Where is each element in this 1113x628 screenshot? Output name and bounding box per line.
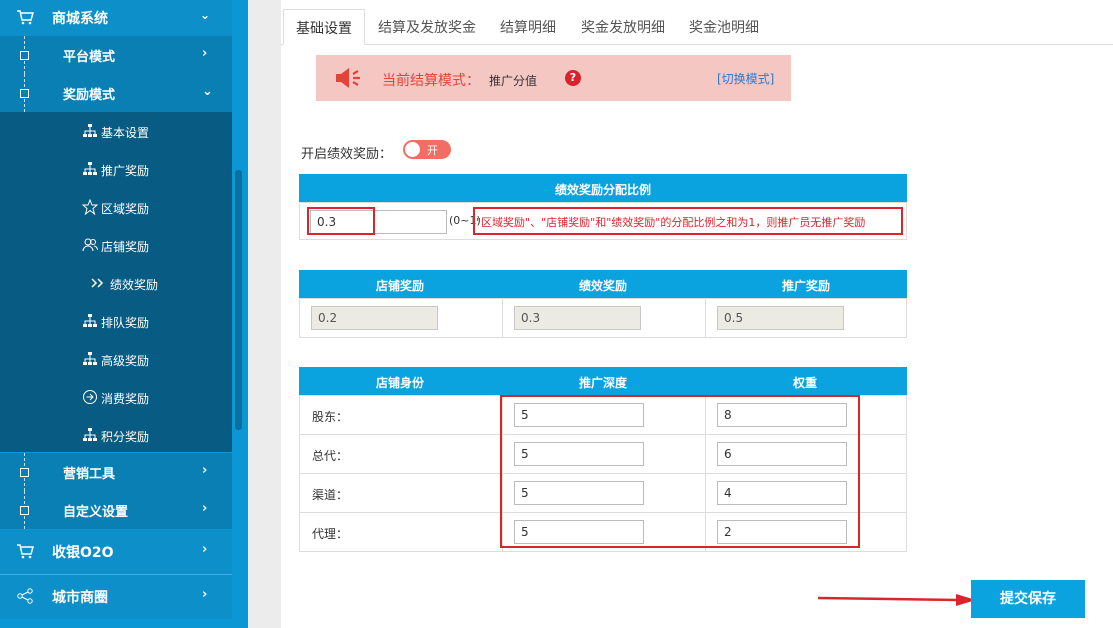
- sidebar-item-label: 店铺奖励: [101, 240, 150, 254]
- performance-toggle-label: 开启绩效奖励：: [301, 147, 393, 162]
- sidebar-item-region-reward[interactable]: 区域奖励: [0, 188, 232, 226]
- mode-label: 当前结算模式：: [382, 73, 480, 89]
- sidebar-item-label: 营销工具: [63, 467, 116, 482]
- column-header: 权重: [793, 376, 818, 390]
- sidebar-item-label: 排队奖励: [101, 316, 150, 330]
- sidebar-item-label: 商城系统: [52, 11, 108, 27]
- column-header: 店铺身份: [376, 376, 425, 390]
- sidebar-item-reward-mode[interactable]: 奖励模式 ⌄: [0, 74, 232, 112]
- sidebar-item-basic-settings[interactable]: 基本设置: [0, 112, 232, 150]
- identity-row-label: 总代：: [312, 449, 349, 463]
- sidebar-item-custom-settings[interactable]: 自定义设置 ›: [0, 491, 232, 529]
- tab-bonus-payout-details[interactable]: 奖金发放明细: [581, 9, 671, 45]
- chevron-right-icon: ›: [202, 542, 208, 557]
- sidebar-item-performance-reward[interactable]: 绩效奖励: [0, 264, 232, 302]
- sidebar: 商城系统 ⌄ 平台模式 › 奖励模式 ⌄ 基本设置 推广奖励 区域奖励 店铺奖励…: [0, 0, 248, 628]
- sitemap-icon: [83, 314, 97, 327]
- sidebar-item-queue-reward[interactable]: 排队奖励: [0, 302, 232, 340]
- cart-icon: [17, 10, 34, 25]
- tab-label: 奖金发放明细: [581, 20, 665, 36]
- tab-settlement-bonus[interactable]: 结算及发放奖金: [378, 9, 478, 45]
- settlement-mode-banner: 当前结算模式： 推广分值 ? [切换模式]: [316, 55, 791, 101]
- sidebar-item-promotion-reward[interactable]: 推广奖励: [0, 150, 232, 188]
- share-icon: [17, 588, 33, 604]
- tab-basic-settings[interactable]: 基础设置: [283, 9, 365, 45]
- sidebar-item-label: 自定义设置: [63, 505, 129, 520]
- chevron-right-icon: ›: [202, 463, 208, 478]
- sidebar-scrollbar[interactable]: [235, 170, 242, 430]
- sidebar-item-store-reward[interactable]: 店铺奖励: [0, 226, 232, 264]
- promotion-reward-value: 0.5: [717, 306, 844, 330]
- sidebar-submenu: 基本设置 推广奖励 区域奖励 店铺奖励 绩效奖励 排队奖励 高级奖励 消费奖励 …: [0, 112, 232, 452]
- ratio-table-header: 绩效奖励分配比例: [299, 174, 907, 202]
- sidebar-item-label: 区域奖励: [101, 202, 150, 216]
- sitemap-icon: [83, 124, 97, 137]
- toggle-text: 开: [427, 144, 438, 157]
- sidebar-item-mall-system[interactable]: 商城系统 ⌄: [0, 0, 232, 36]
- star-icon: [82, 199, 98, 215]
- column-header: 推广深度: [579, 376, 628, 390]
- sidebar-item-label: 消费奖励: [101, 392, 150, 406]
- toggle-knob: [405, 142, 420, 157]
- tab-label: 奖金池明细: [689, 20, 759, 36]
- chevron-right-icon: ›: [202, 587, 208, 602]
- annotation-box: [500, 395, 860, 548]
- sidebar-item-label: 积分奖励: [101, 430, 150, 444]
- sitemap-icon: [83, 428, 97, 441]
- performance-reward-value: 0.3: [514, 306, 641, 330]
- identity-row-label: 渠道：: [312, 488, 349, 502]
- annotation-arrow: [818, 594, 976, 606]
- megaphone-icon: [336, 68, 360, 88]
- chevron-down-icon: ⌄: [200, 8, 211, 22]
- arrow-circle-icon: [83, 390, 97, 404]
- sidebar-item-platform-mode[interactable]: 平台模式 ›: [0, 36, 232, 74]
- performance-toggle[interactable]: 开: [403, 140, 451, 159]
- sidebar-item-label: 高级奖励: [101, 354, 150, 368]
- column-header: 店铺奖励: [376, 279, 425, 293]
- annotation-box: [473, 207, 903, 235]
- sidebar-item-label: 绩效奖励: [110, 278, 159, 292]
- sidebar-item-label: 基本设置: [101, 126, 150, 140]
- sidebar-item-points-reward[interactable]: 积分奖励: [0, 416, 232, 454]
- users-icon: [82, 238, 98, 252]
- sitemap-icon: [83, 352, 97, 365]
- tab-label: 结算及发放奖金: [378, 20, 476, 36]
- split-table-header: 店铺奖励 绩效奖励 推广奖励: [299, 270, 907, 298]
- tab-bar: 基础设置 结算及发放奖金 结算明细 奖金发放明细 奖金池明细: [281, 9, 1113, 45]
- chevron-right-icon: ›: [202, 501, 208, 516]
- ratio-header-label: 绩效奖励分配比例: [555, 183, 652, 197]
- sidebar-item-city-circle[interactable]: 城市商圈 ›: [0, 575, 232, 619]
- chevron-down-icon: ⌄: [202, 84, 213, 99]
- column-header: 绩效奖励: [579, 279, 628, 293]
- chevron-right-icon: ›: [202, 46, 208, 61]
- identity-row-label: 股东：: [312, 410, 349, 424]
- tab-label: 结算明细: [500, 20, 556, 36]
- double-chevron-icon: [91, 278, 104, 288]
- store-reward-value: 0.2: [311, 306, 438, 330]
- switch-mode-link[interactable]: [切换模式]: [717, 70, 774, 87]
- sidebar-item-marketing-tools[interactable]: 营销工具 ›: [0, 453, 232, 491]
- help-icon[interactable]: ?: [565, 70, 581, 86]
- sidebar-item-label: 推广奖励: [101, 164, 150, 178]
- cart-icon: [17, 544, 34, 559]
- sitemap-icon: [83, 162, 97, 175]
- tab-bonus-pool-details[interactable]: 奖金池明细: [689, 9, 769, 45]
- tab-settlement-details[interactable]: 结算明细: [500, 9, 560, 45]
- column-header: 推广奖励: [782, 279, 831, 293]
- sidebar-item-cashier-o2o[interactable]: 收银O2O ›: [0, 530, 232, 574]
- mode-value: 推广分值: [489, 74, 538, 88]
- sidebar-item-advanced-reward[interactable]: 高级奖励: [0, 340, 232, 378]
- sidebar-item-label: 城市商圈: [52, 590, 108, 606]
- identity-table-header: 店铺身份 推广深度 权重: [299, 367, 907, 395]
- submit-save-button[interactable]: 提交保存: [971, 580, 1085, 618]
- identity-row-label: 代理：: [312, 527, 349, 541]
- annotation-box: [307, 207, 375, 235]
- sidebar-item-consumption-reward[interactable]: 消费奖励: [0, 378, 232, 416]
- sidebar-item-label: 平台模式: [63, 50, 116, 65]
- tab-label: 基础设置: [296, 21, 352, 37]
- sidebar-item-label: 收银O2O: [52, 545, 114, 561]
- sidebar-item-label: 奖励模式: [63, 88, 116, 103]
